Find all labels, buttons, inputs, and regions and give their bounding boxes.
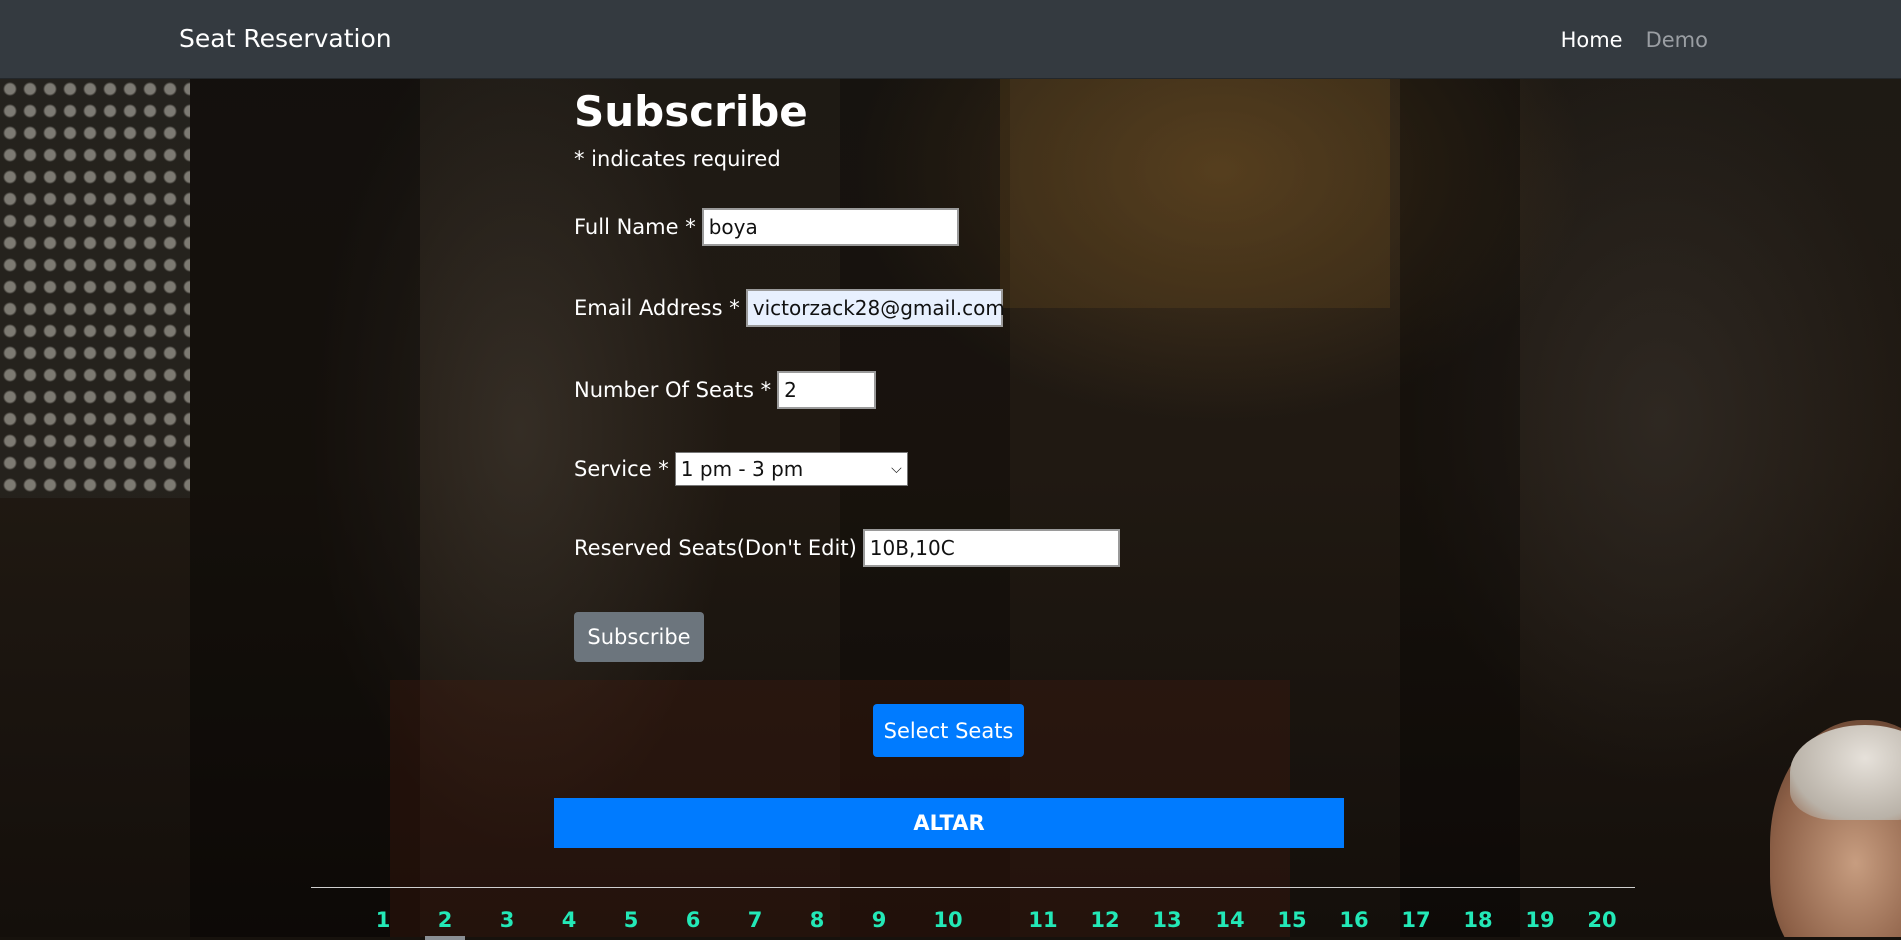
seat-number[interactable]: 12 bbox=[1085, 906, 1125, 934]
reserved-input[interactable]: 10B,10C bbox=[862, 529, 1120, 567]
background-pillar bbox=[190, 78, 420, 937]
seat-number[interactable]: 18 bbox=[1458, 906, 1498, 934]
full-name-row: Full Name * boya bbox=[574, 208, 959, 246]
full-name-input[interactable]: boya bbox=[701, 208, 959, 246]
seat-number[interactable]: 10 bbox=[928, 906, 968, 934]
seat-number[interactable]: 1 bbox=[363, 906, 403, 934]
service-label: Service * bbox=[574, 457, 669, 481]
required-note: * indicates required bbox=[574, 147, 781, 171]
seat-number[interactable]: 5 bbox=[611, 906, 651, 934]
seat-number[interactable]: 11 bbox=[1023, 906, 1063, 934]
subscribe-button[interactable]: Subscribe bbox=[574, 612, 704, 662]
stained-window bbox=[0, 78, 190, 498]
altar-bar: ALTAR bbox=[554, 798, 1344, 848]
seat-numbers: 1 2 3 4 5 6 7 8 9 10 11 12 13 14 15 16 1… bbox=[0, 906, 1901, 940]
service-selected-value: 1 pm - 3 pm bbox=[680, 457, 804, 481]
seats-row: Number Of Seats * 2 bbox=[574, 371, 877, 409]
seat-number[interactable]: 16 bbox=[1334, 906, 1374, 934]
seat-number[interactable]: 17 bbox=[1396, 906, 1436, 934]
seat-number[interactable]: 19 bbox=[1520, 906, 1560, 934]
seats-label: Number Of Seats * bbox=[574, 378, 772, 402]
background-photo bbox=[0, 0, 1901, 937]
chevron-down-icon: ⌵ bbox=[891, 461, 902, 477]
background-panel bbox=[1000, 78, 1390, 308]
seat-number[interactable]: 2 bbox=[425, 906, 465, 940]
reserved-row: Reserved Seats(Don't Edit) 10B,10C bbox=[574, 529, 1120, 567]
seat-number[interactable]: 4 bbox=[549, 906, 589, 934]
seat-number[interactable]: 3 bbox=[487, 906, 527, 934]
email-input[interactable]: victorzack28@gmail.com bbox=[745, 289, 1005, 327]
seat-number[interactable]: 15 bbox=[1272, 906, 1312, 934]
navbar-brand[interactable]: Seat Reservation bbox=[179, 24, 392, 54]
seat-number[interactable]: 9 bbox=[859, 906, 899, 934]
seats-input[interactable]: 2 bbox=[777, 371, 877, 409]
reserved-label: Reserved Seats(Don't Edit) bbox=[574, 536, 857, 560]
form-title: Subscribe bbox=[574, 87, 808, 136]
nav-links: Home Demo bbox=[1561, 27, 1708, 53]
seat-number[interactable]: 13 bbox=[1147, 906, 1187, 934]
divider bbox=[311, 887, 1635, 888]
email-row: Email Address * victorzack28@gmail.com bbox=[574, 289, 1005, 327]
seat-number[interactable]: 8 bbox=[797, 906, 837, 934]
nav-link-home[interactable]: Home bbox=[1561, 27, 1623, 53]
background-pillar bbox=[1400, 78, 1520, 937]
service-row: Service * 1 pm - 3 pm ⌵ bbox=[574, 452, 908, 486]
navbar: Seat Reservation Home Demo bbox=[0, 0, 1901, 79]
email-label: Email Address * bbox=[574, 296, 740, 320]
full-name-label: Full Name * bbox=[574, 215, 696, 239]
seat-number[interactable]: 20 bbox=[1582, 906, 1622, 934]
seat-number[interactable]: 6 bbox=[673, 906, 713, 934]
seat-number[interactable]: 7 bbox=[735, 906, 775, 934]
service-select[interactable]: 1 pm - 3 pm ⌵ bbox=[674, 452, 908, 486]
nav-link-demo[interactable]: Demo bbox=[1646, 27, 1708, 53]
seat-number[interactable]: 14 bbox=[1210, 906, 1250, 934]
select-seats-button[interactable]: Select Seats bbox=[873, 704, 1024, 757]
